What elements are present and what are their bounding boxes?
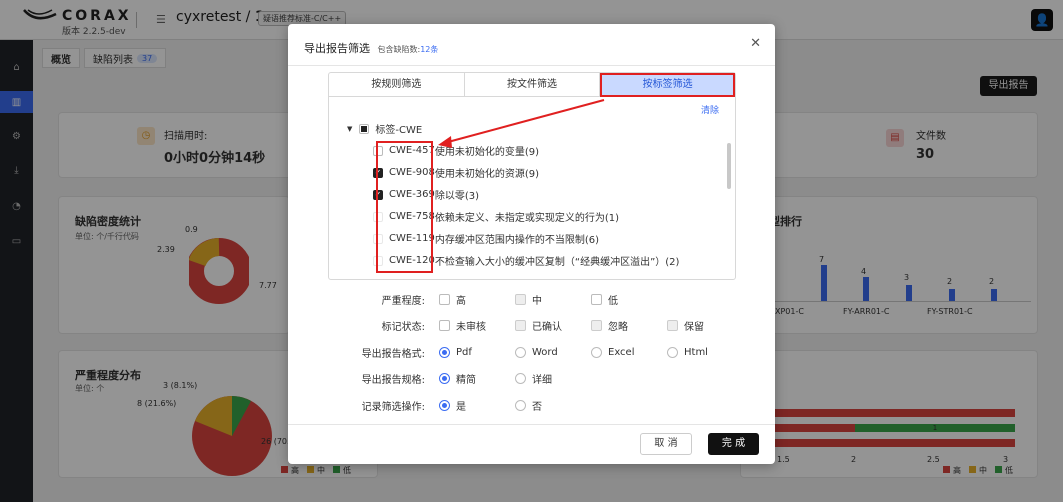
option-label: 是	[456, 401, 466, 413]
option-label: Pdf	[456, 346, 472, 358]
tree-root-checkbox[interactable]	[359, 123, 370, 134]
radio[interactable]	[439, 346, 450, 358]
option-label: 已确认	[532, 321, 562, 333]
close-icon[interactable]: ✕	[750, 36, 761, 51]
option-label: 保留	[684, 321, 704, 333]
format-row: 导出报告格式: Pdf Word Excel Html	[288, 344, 775, 360]
option-label: 低	[608, 295, 618, 307]
option-label: 忽略	[608, 321, 628, 333]
severity-medium-checkbox[interactable]: 中	[515, 292, 542, 307]
option-label: 详细	[532, 374, 552, 386]
annotation-box	[376, 141, 433, 273]
radio[interactable]	[439, 399, 450, 411]
record-label: 记录筛选操作:	[361, 401, 425, 413]
record-row: 记录筛选操作: 是 否	[288, 397, 775, 413]
radio[interactable]	[515, 372, 526, 384]
option-label: 未审核	[456, 321, 486, 333]
option-label: Word	[532, 346, 558, 358]
record-no-radio[interactable]: 否	[515, 398, 542, 413]
checkbox[interactable]	[439, 319, 450, 331]
item-desc: 使用未初始化的资源(9)	[434, 169, 540, 180]
radio[interactable]	[591, 346, 602, 358]
severity-row: 严重程度: 高 中 低	[288, 291, 775, 307]
severity-high-checkbox[interactable]: 高	[439, 292, 466, 307]
item-desc: 依赖未定义、未指定或实现定义的行为(1)	[434, 213, 620, 224]
tab-by-file[interactable]: 按文件筛选	[464, 73, 601, 97]
option-label: 高	[456, 295, 466, 307]
footer-divider	[288, 424, 775, 425]
filter-tabs: 按规则筛选 按文件筛选 按标签筛选	[329, 73, 736, 97]
cancel-button[interactable]: 取 消	[640, 433, 692, 455]
item-desc: 使用未初始化的变量(9)	[434, 147, 540, 158]
radio[interactable]	[439, 372, 450, 384]
status-ignored-checkbox[interactable]: 忽略	[591, 318, 628, 333]
caret-down-icon[interactable]: ▼	[347, 125, 352, 133]
mark-status-row: 标记状态: 未审核 已确认 忽略 保留	[288, 317, 775, 333]
checkbox[interactable]	[515, 293, 526, 305]
item-desc: 内存缓冲区范围内操作的不当限制(6)	[434, 235, 600, 246]
spec-row: 导出报告规格: 精简 详细	[288, 370, 775, 386]
mark-status-label: 标记状态:	[381, 321, 425, 333]
clear-link[interactable]: 清除	[701, 103, 719, 116]
option-label: Excel	[608, 346, 635, 358]
dialog-title-text: 导出报告筛选	[304, 42, 370, 55]
item-desc: 不检查输入大小的缓冲区复制（“经典缓冲区溢出”）(2)	[434, 257, 680, 268]
record-yes-radio[interactable]: 是	[439, 398, 466, 413]
option-label: Html	[684, 346, 708, 358]
checkbox[interactable]	[667, 319, 678, 331]
format-word-radio[interactable]: Word	[515, 346, 558, 358]
confirm-button[interactable]: 完 成	[708, 433, 759, 455]
spec-detailed-radio[interactable]: 详细	[515, 371, 552, 386]
radio[interactable]	[667, 346, 678, 358]
checkbox[interactable]	[591, 293, 602, 305]
spec-label: 导出报告规格:	[361, 374, 425, 386]
spec-brief-radio[interactable]: 精简	[439, 371, 476, 386]
checkbox[interactable]	[591, 319, 602, 331]
defect-count-prefix: 包含缺陷数:	[377, 45, 421, 54]
severity-low-checkbox[interactable]: 低	[591, 292, 618, 307]
checkbox[interactable]	[515, 319, 526, 331]
radio[interactable]	[515, 346, 526, 358]
checkbox[interactable]	[439, 293, 450, 305]
dialog-title: 导出报告筛选 包含缺陷数:12条	[304, 40, 438, 56]
status-retained-checkbox[interactable]: 保留	[667, 318, 704, 333]
status-unreviewed-checkbox[interactable]: 未审核	[439, 318, 486, 333]
tab-by-rule[interactable]: 按规则筛选	[329, 73, 465, 97]
format-excel-radio[interactable]: Excel	[591, 346, 635, 358]
tree-scrollbar[interactable]	[727, 143, 731, 189]
option-label: 精简	[456, 374, 476, 386]
format-html-radio[interactable]: Html	[667, 346, 708, 358]
export-filter-dialog: 导出报告筛选 包含缺陷数:12条 ✕ 按规则筛选 按文件筛选 按标签筛选 清除 …	[288, 24, 775, 464]
defect-count-value: 12条	[420, 45, 439, 54]
option-label: 否	[532, 401, 542, 413]
tree-root-label: 标签-CWE	[375, 125, 423, 136]
severity-label: 严重程度:	[381, 295, 425, 307]
status-confirmed-checkbox[interactable]: 已确认	[515, 318, 562, 333]
format-pdf-radio[interactable]: Pdf	[439, 346, 472, 358]
item-desc: 除以零(3)	[434, 191, 480, 202]
format-label: 导出报告格式:	[361, 348, 425, 360]
defect-count-subtitle: 包含缺陷数:12条	[378, 45, 439, 54]
tree-root-node[interactable]: ▼ 标签-CWE	[347, 121, 422, 136]
dialog-divider	[288, 65, 775, 66]
tab-by-tag[interactable]: 按标签筛选	[600, 73, 736, 97]
radio[interactable]	[515, 399, 526, 411]
option-label: 中	[532, 295, 542, 307]
